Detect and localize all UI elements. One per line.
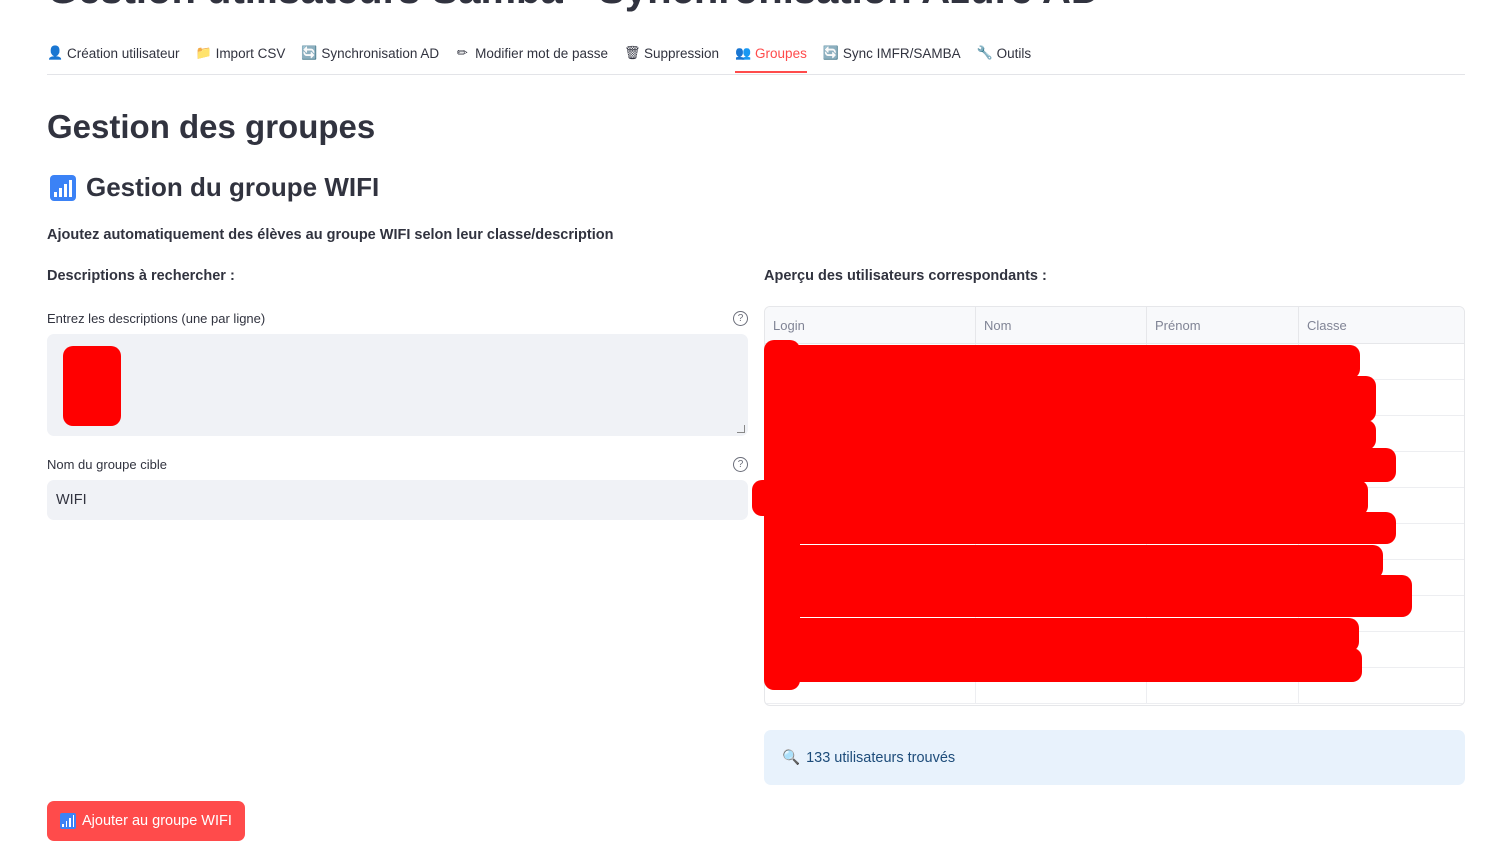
tab-label: Suppression (643, 45, 720, 61)
sync-icon: 🔄 (301, 45, 318, 60)
tab-label: Outils (996, 45, 1032, 61)
preview-heading: Aperçu des utilisateurs correspondants : (764, 268, 1047, 284)
tab-outils[interactable]: 🔧 Outils (977, 34, 1032, 72)
redacted-content (752, 480, 1368, 516)
column-header-classe[interactable]: Classe (1299, 307, 1464, 343)
descriptions-textarea[interactable] (47, 334, 748, 436)
users-icon: 👥 (735, 45, 752, 60)
column-header-prenom[interactable]: Prénom (1147, 307, 1299, 343)
subsection-title-text: Gestion du groupe WIFI (86, 172, 380, 202)
redacted-content (764, 345, 1360, 379)
folder-icon: 📁 (195, 45, 212, 60)
tab-synchronisation-ad[interactable]: 🔄 Synchronisation AD (301, 34, 439, 72)
redacted-content (764, 545, 1383, 579)
tab-cr-ation-utilisateur[interactable]: 👤 Création utilisateur (47, 34, 180, 72)
tab-label: Modifier mot de passe (475, 45, 608, 61)
redacted-content (764, 575, 1412, 617)
sync-icon: 🔄 (822, 45, 840, 60)
bar-chart-icon (50, 174, 76, 201)
descriptions-heading: Descriptions à rechercher : (47, 268, 235, 284)
tab-label: Sync IMFR/SAMBA (842, 45, 961, 61)
help-icon[interactable]: ? (733, 311, 748, 326)
redacted-content (764, 376, 1376, 422)
resize-handle[interactable] (737, 425, 745, 433)
tab-suppression[interactable]: 🗑 Suppression (624, 34, 719, 72)
pencil-icon: ✏ (456, 45, 468, 60)
tab-label: Création utilisateur (67, 45, 180, 61)
tab-bar: 👤 Création utilisateur 📁 Import CSV 🔄 Synchro… (47, 34, 1465, 75)
redacted-content (764, 648, 1362, 682)
redacted-content (764, 512, 1396, 544)
tab-label: Groupes (755, 45, 807, 61)
help-icon[interactable]: ? (733, 457, 748, 472)
redacted-content (764, 420, 1376, 450)
tab-groupes[interactable]: 👥 Groupes (735, 34, 807, 73)
redacted-content (63, 346, 121, 426)
tab-modifier-mot-de-passe[interactable]: ✏ Modifier mot de passe (455, 34, 608, 72)
tab-sync-imfr-samba[interactable]: 🔄 Sync IMFR/SAMBA (823, 34, 961, 72)
search-icon: 🔍 (782, 750, 801, 766)
info-banner: 🔍 133 utilisateurs trouvés (764, 730, 1465, 785)
wrench-icon: 🔧 (976, 45, 993, 60)
intro-text: Ajoutez automatiquement des élèves au gr… (47, 227, 614, 243)
users-found-count: 133 utilisateurs trouvés (806, 749, 956, 766)
bar-chart-icon (60, 813, 76, 829)
redacted-content (764, 448, 1396, 482)
redacted-content (764, 618, 1359, 652)
tab-label: Import CSV (215, 45, 286, 61)
group-label: Nom du groupe cible (47, 457, 167, 472)
column-header-nom[interactable]: Nom (976, 307, 1147, 343)
column-header-login[interactable]: Login (765, 307, 976, 343)
group-name-input[interactable]: WIFI (47, 480, 748, 520)
table-header: Login Nom Prénom Classe (765, 307, 1464, 344)
subsection-title: Gestion du groupe WIFI (50, 172, 379, 203)
trash-icon: 🗑 (623, 45, 641, 60)
user-icon: 👤 (47, 45, 64, 60)
add-to-group-button[interactable]: Ajouter au groupe WIFI (47, 801, 245, 841)
page-title: Gestion utilisateurs Samba - Synchronisa… (47, 0, 1100, 10)
tab-import-csv[interactable]: 📁 Import CSV (196, 34, 286, 72)
tab-label: Synchronisation AD (321, 45, 440, 61)
section-title: Gestion des groupes (47, 108, 376, 145)
descriptions-label: Entrez les descriptions (une par ligne) (47, 311, 266, 326)
add-to-group-button-label: Ajouter au groupe WIFI (82, 813, 232, 829)
